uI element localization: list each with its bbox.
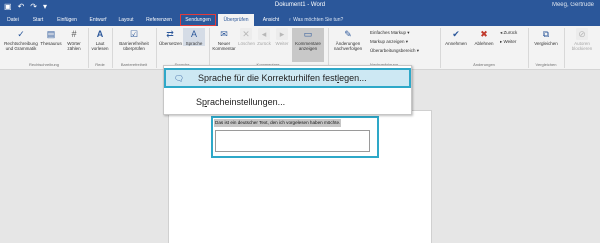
group-label-speech: Rede — [95, 62, 105, 67]
next-comment-label: Weiter — [275, 41, 289, 46]
spelling-icon: ✓ — [17, 29, 25, 39]
set-proofing-language-label: Sprache für die Korrekturhilfen fest — [198, 73, 338, 83]
selected-text-highlight[interactable]: Das ist ein deutscher Text, den ich vorg… — [211, 116, 379, 158]
group-label-proofing: Rechtschreibung — [28, 62, 60, 67]
next-comment-icon: ▸ — [276, 28, 288, 40]
spelling-button[interactable]: ✓ Rechtschreibung und Grammatik — [4, 28, 38, 51]
tab-referenzen[interactable]: Referenzen — [142, 14, 176, 26]
read-aloud-button[interactable]: A Laut vorlesen — [91, 28, 109, 51]
compare-icon: ⧉ — [542, 29, 550, 39]
track-changes-button[interactable]: ✎ Änderungen nachverfolgen — [331, 28, 365, 51]
group-label-changes: Änderungen — [473, 62, 495, 67]
delete-comment-icon: ✕ — [240, 28, 252, 40]
wordcount-label: Wörter zählen — [67, 41, 81, 51]
tab-layout[interactable]: Layout — [115, 14, 137, 26]
tab-einfuegen[interactable]: Einfügen — [53, 14, 81, 26]
track-changes-icon: ✎ — [344, 29, 352, 39]
user-name[interactable]: Meeg, Gertrude — [552, 2, 594, 8]
window-title: Dokument1 - Word — [274, 2, 326, 8]
prev-change-label: Zurück — [503, 30, 518, 35]
accessibility-button[interactable]: ☑ Barrierefreiheit überprüfen — [115, 28, 153, 51]
spelling-label: Rechtschreibung und Grammatik — [4, 41, 38, 51]
block-authors-label: Autoren blockieren — [571, 41, 593, 51]
tab-start[interactable]: Start — [28, 14, 48, 26]
tab-ueberpruefen[interactable]: Überprüfen — [218, 14, 254, 26]
prev-change-button[interactable]: ◂ Zurück — [500, 30, 517, 36]
accept-button[interactable]: ✔ Annehmen — [443, 28, 469, 46]
language-label: Sprache — [185, 41, 203, 46]
language-dropdown-menu: 🗨 Sprache für die Korrekturhilfen festleg… — [163, 65, 412, 115]
wordcount-button[interactable]: # Wörter zählen — [64, 28, 84, 51]
group-separator — [564, 28, 565, 68]
group-separator — [528, 28, 529, 68]
compare-button[interactable]: ⧉ Vergleichen — [531, 28, 561, 46]
next-change-button[interactable]: ▸ Weiter — [500, 39, 516, 45]
translate-icon: ⇄ — [166, 29, 174, 39]
thesaurus-button[interactable]: ▤ Thesaurus — [40, 28, 62, 46]
thesaurus-label: Thesaurus — [40, 41, 62, 46]
new-comment-label: Neuer Kommentar — [212, 41, 236, 51]
document-text[interactable]: Das ist ein deutscher Text, den ich vorg… — [214, 119, 342, 127]
review-pane-button[interactable]: Überarbeitungsbereich ▾ — [370, 48, 419, 54]
next-comment-button[interactable]: ▸ Weiter — [274, 28, 290, 46]
delete-comment-label: Löschen — [238, 41, 256, 46]
show-comments-label: Kommentare anzeigen — [295, 41, 321, 51]
show-markup-label: Markup anzeigen — [370, 39, 405, 44]
markup-select[interactable]: Einfaches Markup ▾ — [370, 30, 410, 36]
prev-comment-button[interactable]: ◂ Zurück — [256, 28, 272, 46]
reject-label: Ablehnen — [474, 41, 494, 46]
markup-select-value: Einfaches Markup — [370, 30, 407, 35]
tab-entwurf[interactable]: Entwurf — [86, 14, 110, 26]
new-comment-icon: ✉ — [220, 29, 228, 39]
tab-datei[interactable]: Datei — [4, 14, 22, 26]
delete-comment-button[interactable]: ✕ Löschen — [238, 28, 256, 46]
text-highlight-box — [215, 130, 370, 152]
new-comment-button[interactable]: ✉ Neuer Kommentar — [212, 28, 236, 51]
review-pane-label: Überarbeitungsbereich — [370, 48, 416, 53]
tell-me-search[interactable]: ♀ Was möchten Sie tun? — [288, 14, 343, 26]
ribbon-tabs: Datei Start Einfügen Entwurf Layout Refe… — [0, 14, 600, 26]
title-bar: ▣ ↶ ↷ ▾ Dokument1 - Word Meeg, Gertrude — [0, 0, 600, 14]
language-preferences-label-end: racheinstellungen... — [207, 97, 286, 107]
group-separator — [328, 28, 329, 68]
group-separator — [209, 28, 210, 68]
accept-label: Annehmen — [445, 41, 467, 46]
set-proofing-language-label-end: egen... — [339, 73, 367, 83]
block-authors-icon: ⊘ — [576, 28, 588, 40]
wordcount-icon: # — [71, 29, 77, 39]
read-aloud-label: Laut vorlesen — [91, 41, 109, 51]
show-comments-button[interactable]: ▭ Kommentare anzeigen — [292, 28, 324, 62]
compare-label: Vergleichen — [534, 41, 558, 46]
translate-button[interactable]: ⇄ Übersetzen — [159, 28, 183, 46]
translate-label: Übersetzen — [159, 41, 183, 46]
show-markup-button[interactable]: Markup anzeigen ▾ — [370, 39, 408, 45]
tab-ansicht[interactable]: Ansicht — [259, 14, 283, 26]
reject-icon: ✖ — [480, 29, 488, 39]
group-label-compare: Vergleichen — [535, 62, 557, 67]
show-comments-icon: ▭ — [303, 29, 313, 39]
accept-icon: ✔ — [452, 29, 460, 39]
group-separator — [156, 28, 157, 68]
thesaurus-icon: ▤ — [46, 29, 56, 39]
group-separator — [440, 28, 441, 68]
language-proofing-icon: 🗨 — [173, 74, 185, 83]
accessibility-icon: ☑ — [129, 29, 139, 39]
group-separator — [88, 28, 89, 68]
language-icon: A — [190, 29, 197, 39]
tab-sendungen[interactable]: Sendungen — [180, 14, 216, 26]
group-separator — [112, 28, 113, 68]
prev-comment-label: Zurück — [257, 41, 271, 46]
next-change-label: Weiter — [503, 39, 517, 44]
block-authors-button[interactable]: ⊘ Autoren blockieren — [567, 28, 597, 51]
set-proofing-language-item[interactable]: 🗨 Sprache für die Korrekturhilfen festleg… — [164, 68, 411, 88]
group-label-accessibility: Barrierefreiheit — [120, 62, 148, 67]
read-aloud-icon: A — [96, 29, 104, 39]
reject-button[interactable]: ✖ Ablehnen — [471, 28, 497, 46]
prev-comment-icon: ◂ — [258, 28, 270, 40]
language-preferences-item[interactable]: Spracheinstellungen... — [164, 92, 411, 112]
ribbon-review: ✓ Rechtschreibung und Grammatik ▤ Thesau… — [0, 26, 600, 70]
track-changes-label: Änderungen nachverfolgen — [333, 41, 363, 51]
accessibility-label: Barrierefreiheit überprüfen — [119, 41, 149, 51]
language-button[interactable]: A Sprache — [183, 28, 205, 46]
